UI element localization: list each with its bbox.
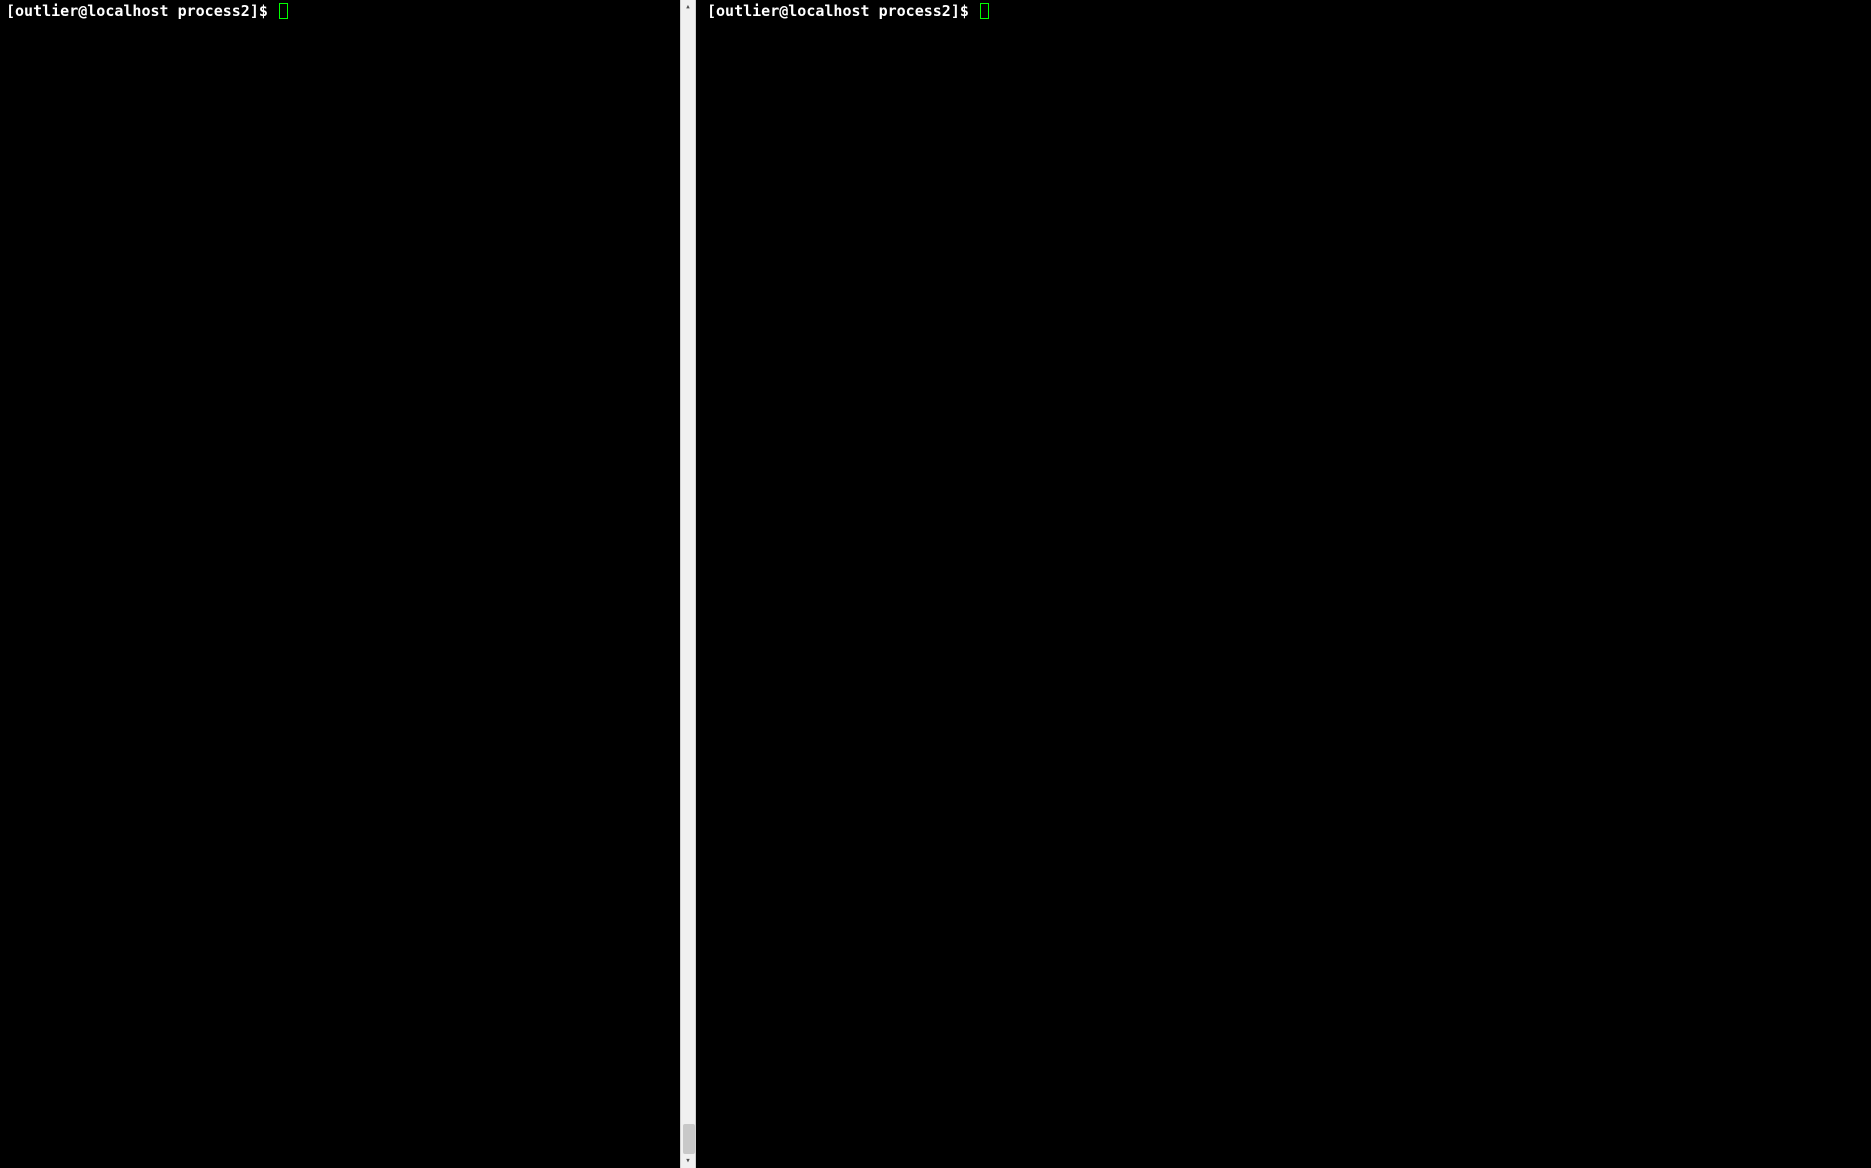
scrollbar-thumb[interactable] [683, 1124, 695, 1154]
scrollbar-up-arrow-icon[interactable]: ▴ [681, 0, 695, 14]
scrollbar-left-pane[interactable]: ▴ ▾ [680, 0, 696, 1168]
terminal-pane-left[interactable]: [outlier@localhost process2]$ [0, 0, 680, 1168]
prompt-line-left: [outlier@localhost process2]$ [6, 2, 674, 20]
scrollbar-track[interactable] [681, 14, 695, 1154]
terminal-pane-right[interactable]: [outlier@localhost process2]$ [699, 0, 1871, 1168]
prompt-text-right: [outlier@localhost process2]$ [707, 2, 978, 20]
prompt-text-left: [outlier@localhost process2]$ [6, 2, 277, 20]
scrollbar-down-arrow-icon[interactable]: ▾ [681, 1154, 695, 1168]
cursor-icon [279, 3, 288, 19]
prompt-line-right: [outlier@localhost process2]$ [707, 2, 1865, 20]
cursor-icon [980, 3, 989, 19]
